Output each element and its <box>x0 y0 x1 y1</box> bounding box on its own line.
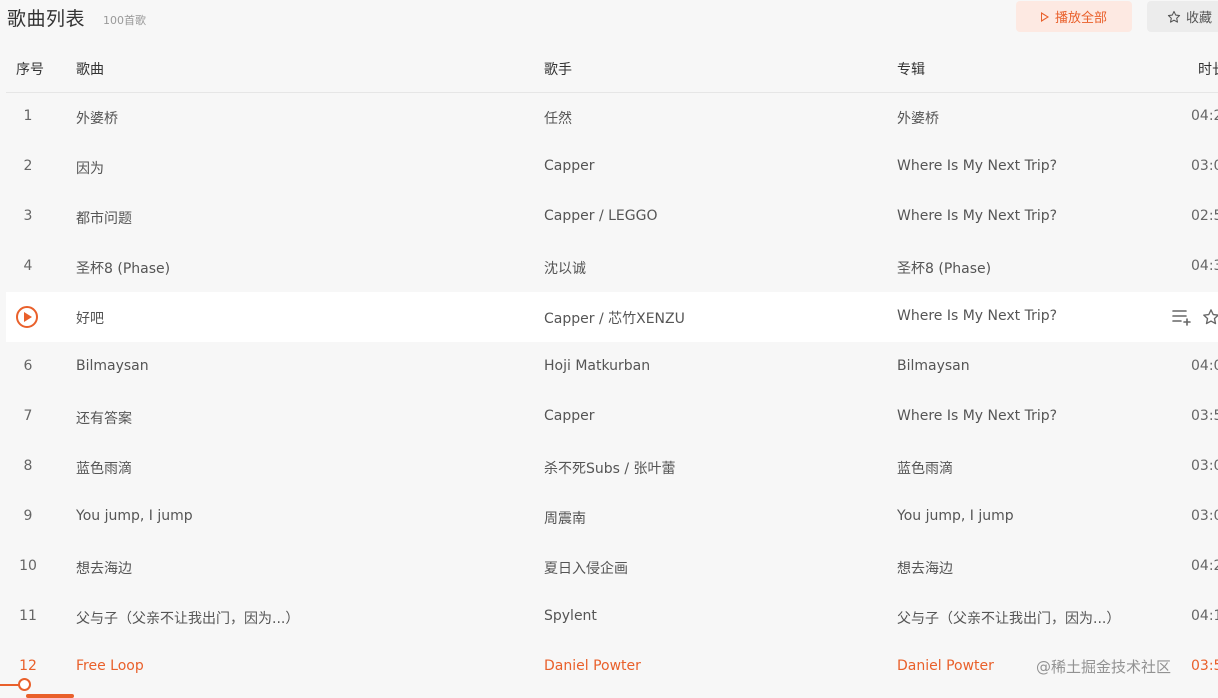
table-header: 序号 歌曲 歌手 专辑 时长 <box>6 42 1218 93</box>
artist-name[interactable]: Daniel Powter <box>544 658 641 674</box>
table-row-hovered[interactable]: 好吧 Capper / 芯竹XENZU Where Is My Next Tri… <box>6 292 1218 342</box>
song-count: 100首歌 <box>103 14 146 27</box>
row-index: 10 <box>19 558 37 574</box>
song-duration: 02:5 <box>1191 208 1218 224</box>
song-title[interactable]: 因为 <box>76 158 104 178</box>
album-name[interactable]: Where Is My Next Trip? <box>897 208 1057 224</box>
table-row[interactable]: 1 外婆桥 任然 外婆桥 04:2 <box>6 92 1218 142</box>
column-song[interactable]: 歌曲 <box>76 59 104 79</box>
song-duration: 04:2 <box>1191 558 1218 574</box>
artist-name[interactable]: Capper <box>544 408 595 424</box>
song-title[interactable]: 外婆桥 <box>76 108 118 128</box>
page-title: 歌曲列表 <box>7 8 86 30</box>
song-duration: 03:0 <box>1191 158 1218 174</box>
row-index: 8 <box>23 458 33 474</box>
table-row[interactable]: 8 蓝色雨滴 杀不死Subs / 张叶蕾 蓝色雨滴 03:0 <box>6 442 1218 492</box>
song-duration: 04:2 <box>1191 108 1218 124</box>
song-title[interactable]: You jump, I jump <box>76 508 193 524</box>
row-index: 2 <box>23 158 33 174</box>
song-title[interactable]: 圣杯8 (Phase) <box>76 258 170 278</box>
table-row[interactable]: 4 圣杯8 (Phase) 沈以诚 圣杯8 (Phase) 04:3 <box>6 242 1218 292</box>
song-title[interactable]: Bilmaysan <box>76 358 149 374</box>
artist-name[interactable]: Capper / LEGGO <box>544 208 657 224</box>
song-title[interactable]: 蓝色雨滴 <box>76 458 132 478</box>
collect-button[interactable]: 收藏 <box>1147 1 1218 32</box>
table-row[interactable]: 6 Bilmaysan Hoji Matkurban Bilmaysan 04:… <box>6 342 1218 392</box>
column-index[interactable]: 序号 <box>16 59 44 79</box>
row-index: 7 <box>23 408 33 424</box>
song-duration: 04:3 <box>1191 258 1218 274</box>
play-icon <box>1040 11 1049 22</box>
row-index: 1 <box>23 108 33 124</box>
album-name[interactable]: Bilmaysan <box>897 358 970 374</box>
row-index: 4 <box>23 258 33 274</box>
song-title[interactable]: 父与子（父亲不让我出门，因为...） <box>76 608 299 628</box>
artist-name[interactable]: Spylent <box>544 608 597 624</box>
song-duration: 03:0 <box>1191 458 1218 474</box>
artist-name[interactable]: 沈以诚 <box>544 258 586 278</box>
play-all-label: 播放全部 <box>1054 11 1107 26</box>
song-title[interactable]: Free Loop <box>76 658 144 674</box>
album-name[interactable]: 想去海边 <box>897 558 953 578</box>
album-name[interactable]: 蓝色雨滴 <box>897 458 953 478</box>
table-row[interactable]: 7 还有答案 Capper Where Is My Next Trip? 03:… <box>6 392 1218 442</box>
row-index: 12 <box>19 658 37 674</box>
song-title[interactable]: 还有答案 <box>76 408 132 428</box>
artist-name[interactable]: 夏日入侵企画 <box>544 558 628 578</box>
song-list-page: 歌曲列表 100首歌 播放全部 收藏 序号 歌曲 歌手 专辑 时长 1 外婆桥 … <box>0 0 1218 698</box>
watermark: @稀土掘金技术社区 <box>1036 658 1172 676</box>
album-name[interactable]: Where Is My Next Trip? <box>897 158 1057 174</box>
song-duration: 04:1 <box>1191 608 1218 624</box>
album-name[interactable]: Daniel Powter <box>897 658 994 674</box>
bottom-indicator <box>26 694 74 698</box>
row-index: 6 <box>23 358 33 374</box>
column-artist[interactable]: 歌手 <box>544 59 572 79</box>
album-name[interactable]: Where Is My Next Trip? <box>897 308 1057 324</box>
album-name[interactable]: 圣杯8 (Phase) <box>897 258 991 278</box>
play-all-button[interactable]: 播放全部 <box>1016 1 1132 32</box>
song-title[interactable]: 都市问题 <box>76 208 132 228</box>
table-row[interactable]: 9 You jump, I jump 周震南 You jump, I jump … <box>6 492 1218 542</box>
column-duration[interactable]: 时长 <box>1198 59 1218 79</box>
song-duration: 03:5 <box>1191 658 1218 674</box>
row-index: 11 <box>19 608 37 624</box>
artist-name[interactable]: Capper <box>544 158 595 174</box>
progress-handle[interactable] <box>18 678 31 691</box>
table-row[interactable]: 2 因为 Capper Where Is My Next Trip? 03:0 <box>6 142 1218 192</box>
song-title[interactable]: 想去海边 <box>76 558 132 578</box>
playback-progress-bar[interactable] <box>0 684 1218 686</box>
album-name[interactable]: Where Is My Next Trip? <box>897 408 1057 424</box>
song-duration: 04:0 <box>1191 358 1218 374</box>
list-header: 歌曲列表 100首歌 播放全部 收藏 <box>0 0 1218 36</box>
album-name[interactable]: 父与子（父亲不让我出门，因为...） <box>897 608 1120 628</box>
table-row[interactable]: 3 都市问题 Capper / LEGGO Where Is My Next T… <box>6 192 1218 242</box>
row-index: 9 <box>23 508 33 524</box>
table-row[interactable]: 10 想去海边 夏日入侵企画 想去海边 04:2 <box>6 542 1218 592</box>
song-table: 1 外婆桥 任然 外婆桥 04:2 2 因为 Capper Where Is M… <box>6 92 1218 692</box>
star-icon <box>1167 10 1181 23</box>
song-duration: 03:5 <box>1191 408 1218 424</box>
table-row[interactable]: 11 父与子（父亲不让我出门，因为...） Spylent 父与子（父亲不让我出… <box>6 592 1218 642</box>
row-index: 3 <box>23 208 33 224</box>
artist-name[interactable]: 周震南 <box>544 508 586 528</box>
song-duration: 03:0 <box>1191 508 1218 524</box>
album-name[interactable]: 外婆桥 <box>897 108 939 128</box>
artist-name[interactable]: Capper / 芯竹XENZU <box>544 308 685 328</box>
play-circle-icon[interactable] <box>16 306 38 328</box>
artist-name[interactable]: 杀不死Subs / 张叶蕾 <box>544 458 676 478</box>
artist-name[interactable]: Hoji Matkurban <box>544 358 650 374</box>
column-album[interactable]: 专辑 <box>897 59 925 79</box>
album-name[interactable]: You jump, I jump <box>897 508 1014 524</box>
playlist-add-icon[interactable] <box>1172 308 1192 326</box>
song-title[interactable]: 好吧 <box>76 308 104 328</box>
artist-name[interactable]: 任然 <box>544 108 572 128</box>
collect-label: 收藏 <box>1186 11 1213 26</box>
star-icon[interactable] <box>1202 308 1218 326</box>
